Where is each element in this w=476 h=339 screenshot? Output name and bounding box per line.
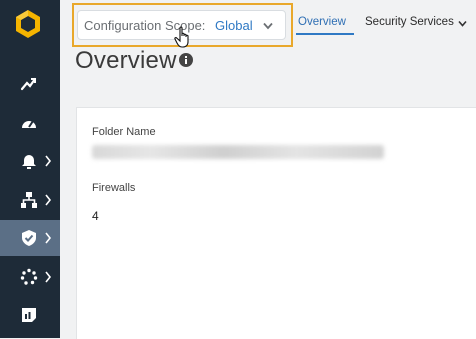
sidebar-item-reports[interactable] [0, 297, 60, 333]
tab-overview[interactable]: Overview [298, 16, 346, 28]
logo-icon[interactable] [8, 4, 48, 44]
chevron-right-icon [45, 155, 52, 167]
alert-bell-icon [22, 155, 36, 169]
settings-dots-icon [20, 268, 38, 285]
chevron-right-icon [45, 194, 52, 206]
sidebar-item-settings[interactable] [0, 259, 60, 295]
hand-cursor-icon [174, 26, 189, 48]
page-title: Overview [75, 47, 177, 74]
sidebar [0, 0, 60, 338]
folder-name-label: Folder Name [92, 126, 156, 138]
sidebar-item-security[interactable] [0, 220, 60, 256]
shield-check-icon [22, 230, 36, 246]
chevron-down-icon[interactable] [458, 20, 467, 27]
network-hierarchy-icon [21, 192, 37, 208]
scope-value: Global [215, 18, 253, 33]
report-icon [22, 308, 36, 322]
details-card [76, 107, 476, 339]
sidebar-item-network[interactable] [0, 182, 60, 218]
chevron-right-icon [45, 271, 52, 283]
firewalls-label: Firewalls [92, 182, 136, 194]
sidebar-item-alerts[interactable] [0, 143, 60, 179]
info-icon[interactable] [179, 53, 193, 67]
tab-security-services[interactable]: Security Services [365, 16, 454, 28]
activity-icon [20, 77, 37, 91]
chevron-right-icon [45, 232, 52, 244]
chevron-down-icon [263, 22, 273, 30]
sidebar-item-activity[interactable] [0, 66, 60, 102]
firewalls-count: 4 [92, 209, 99, 223]
folder-name-value-redacted [92, 145, 384, 159]
dashboard-icon [22, 120, 36, 128]
sidebar-item-dashboard[interactable] [0, 105, 60, 141]
tab-active-underline [296, 33, 354, 35]
